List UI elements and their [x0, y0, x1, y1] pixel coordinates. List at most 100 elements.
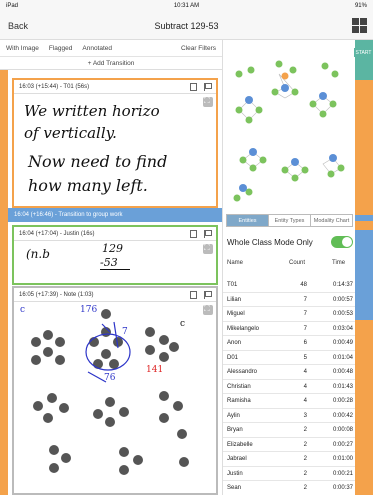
status-left: iPad — [6, 3, 19, 9]
book-icon[interactable] — [190, 82, 197, 91]
table-row[interactable]: D01 5 0:01:04 — [223, 351, 356, 365]
entity-table: T01 48 0:14:37 Lilian 7 0:00:57 Miguel 7 0:00:53… — [223, 278, 356, 495]
card-header-text: 16:04 (+17:04) - Justin (16s) — [19, 230, 95, 237]
timeline-panel: With Image Flagged Annotated Clear Filte… — [0, 40, 222, 495]
row-count: 7 — [303, 325, 307, 332]
flag-icon[interactable] — [204, 82, 212, 91]
annotation-mark: c — [20, 305, 25, 315]
table-row[interactable]: Sean 2 0:00:37 — [223, 481, 356, 495]
row-time: 0:03:04 — [333, 325, 354, 332]
row-time: 0:00:42 — [333, 412, 354, 419]
clear-filters-button[interactable]: Clear Filters — [181, 45, 216, 52]
row-count: 2 — [303, 441, 307, 448]
row-name: Elizabelle — [227, 441, 253, 448]
row-count: 48 — [300, 282, 307, 288]
row-count: 4 — [303, 383, 307, 390]
row-count: 3 — [303, 412, 307, 419]
row-name: Christian — [227, 383, 251, 390]
annotation-mark: 7 — [122, 327, 128, 337]
whole-class-toggle[interactable] — [331, 236, 353, 248]
handwriting-line: of vertically. — [24, 124, 117, 142]
filter-bar: With Image Flagged Annotated Clear Filte… — [0, 40, 222, 57]
row-name: Aylin — [227, 412, 240, 419]
table-row[interactable]: Miguel 7 0:00:53 — [223, 307, 356, 322]
network-graph[interactable] — [223, 40, 356, 210]
row-name: T01 — [227, 282, 238, 288]
row-name: D01 — [227, 354, 239, 361]
table-row[interactable]: Lilian 7 0:00:57 — [223, 293, 356, 307]
row-name: Miguel — [227, 311, 245, 317]
row-time: 0:00:53 — [333, 311, 354, 317]
math-text: (n.b — [26, 247, 50, 261]
row-name: Mikelangelo — [227, 325, 260, 332]
timeline-segment — [355, 215, 373, 221]
orange-stripe — [0, 70, 8, 495]
filter-flagged[interactable]: Flagged — [49, 45, 73, 52]
transition-bar[interactable]: 16:04 (+16:46) - Transition to group wor… — [8, 208, 222, 222]
row-count: 2 — [303, 456, 307, 462]
table-row[interactable]: Bryan 2 0:00:08 — [223, 423, 356, 438]
event-card[interactable]: 16:03 (+15:44) - T01 (56s) We written ho… — [12, 78, 218, 208]
book-icon[interactable] — [190, 229, 197, 238]
table-row[interactable]: Alessandro 4 0:00:48 — [223, 365, 356, 380]
table-row[interactable]: Anon 6 0:00:49 — [223, 336, 356, 351]
flag-icon[interactable] — [204, 229, 212, 238]
row-time: 0:00:28 — [333, 398, 354, 404]
book-icon[interactable] — [190, 290, 197, 299]
add-transition-button[interactable]: + Add Transition — [0, 57, 222, 70]
status-battery: 91% — [354, 3, 367, 9]
timeline-segment — [355, 40, 373, 80]
row-name: Anon — [227, 340, 242, 346]
col-header-name[interactable]: Name — [227, 260, 243, 266]
whole-class-label: Whole Class Mode Only — [227, 237, 313, 247]
expand-icon[interactable] — [203, 243, 213, 254]
card-header: 16:04 (+17:04) - Justin (16s) — [14, 227, 216, 241]
event-card[interactable]: 16:04 (+17:04) - Justin (16s) (n.b 129 -… — [12, 225, 218, 285]
flag-icon[interactable] — [204, 290, 212, 299]
row-time: 0:00:49 — [333, 340, 354, 346]
row-time: 0:01:04 — [333, 354, 354, 361]
row-time: 0:00:21 — [333, 470, 354, 477]
table-row[interactable]: Jabrael 2 0:01:00 — [223, 452, 356, 467]
annotation-mark: 76 — [104, 373, 116, 383]
table-row[interactable]: Mikelangelo 7 0:03:04 — [223, 322, 356, 336]
table-row[interactable]: Justin 2 0:00:21 — [223, 467, 356, 481]
handwriting-line: how many left. — [28, 176, 148, 195]
row-name: Jabrael — [227, 456, 247, 462]
row-count: 7 — [303, 296, 307, 303]
card-header-text: 16:03 (+15:44) - T01 (56s) — [19, 83, 90, 90]
filter-with-image[interactable]: With Image — [6, 45, 39, 52]
row-time: 0:00:27 — [333, 441, 354, 448]
row-time: 0:01:00 — [333, 456, 354, 462]
whole-class-row: Whole Class Mode Only — [227, 235, 353, 249]
filter-annotated[interactable]: Annotated — [82, 45, 112, 52]
col-header-time[interactable]: Time — [332, 260, 345, 266]
row-count: 5 — [303, 354, 307, 361]
tab-modality-chart[interactable]: Modality Chart — [311, 215, 352, 226]
timeline-scrubber[interactable] — [355, 40, 373, 495]
col-header-count[interactable]: Count — [289, 260, 305, 266]
annotation-mark: c — [180, 319, 185, 329]
row-time: 0:00:37 — [333, 485, 354, 491]
tab-entities[interactable]: Entities — [227, 215, 269, 226]
table-row[interactable]: Ramisha 4 0:00:28 — [223, 394, 356, 409]
event-card[interactable]: 16:05 (+17:39) - Note (1:03) c 176 — [12, 286, 218, 495]
expand-icon[interactable] — [203, 96, 213, 107]
table-row[interactable]: Aylin 3 0:00:42 — [223, 409, 356, 423]
row-count: 2 — [303, 485, 307, 491]
row-time: 0:00:48 — [333, 369, 354, 375]
row-count: 6 — [303, 340, 307, 346]
row-time: 0:00:08 — [333, 427, 354, 433]
math-text: -53 — [100, 256, 118, 269]
row-name: Alessandro — [227, 369, 258, 375]
entity-tabs: Entities Entity Types Modality Chart — [226, 214, 353, 227]
table-row[interactable]: Christian 4 0:01:43 — [223, 380, 356, 394]
table-header: Name Count Time — [223, 260, 356, 272]
grid-icon[interactable] — [352, 18, 367, 33]
status-bar: iPad 10:31 AM 91% — [0, 0, 373, 12]
entity-panel: Entities Entity Types Modality Chart Who… — [222, 40, 356, 495]
tab-entity-types[interactable]: Entity Types — [269, 215, 311, 226]
table-row[interactable]: Elizabelle 2 0:00:27 — [223, 438, 356, 452]
table-row[interactable]: T01 48 0:14:37 — [223, 278, 356, 293]
row-time: 0:00:57 — [333, 296, 354, 303]
